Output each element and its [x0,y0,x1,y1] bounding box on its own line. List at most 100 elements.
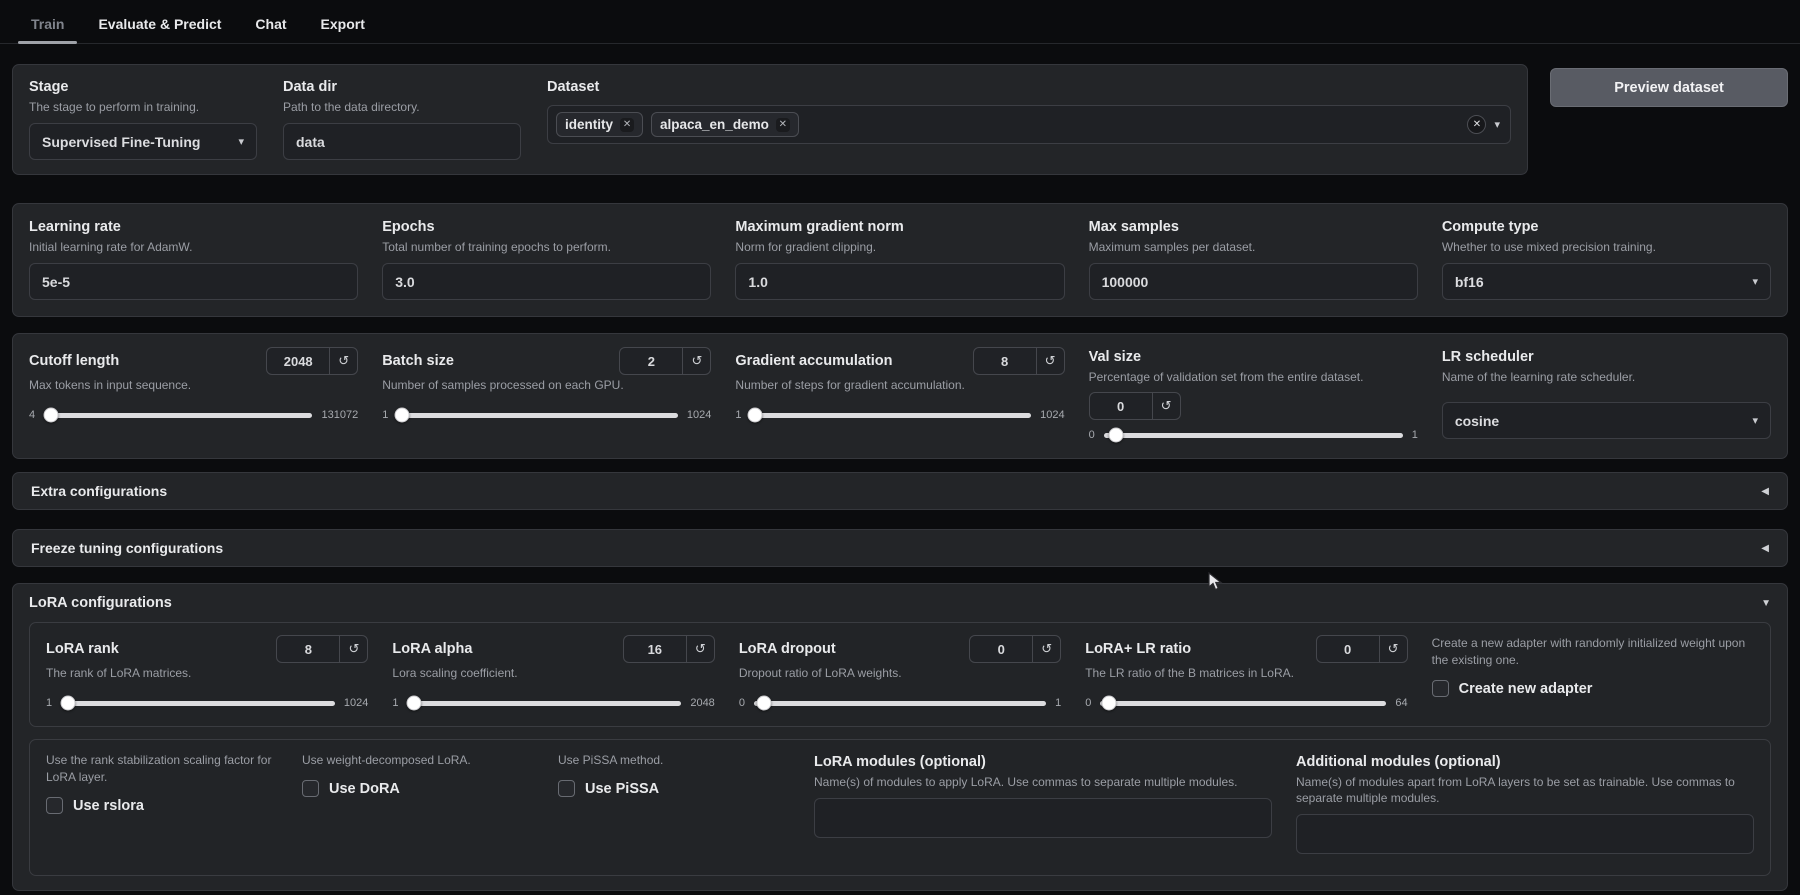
slider-handle[interactable] [1108,427,1124,443]
lr-scheduler-select[interactable]: cosine ▾ [1441,402,1772,439]
loraplus-lr-ratio-value[interactable]: 0 [1317,642,1379,657]
slider-row-card: Cutoff length 2048 ↺ Max tokens in input… [12,333,1788,459]
stage-desc: The stage to perform in training. [29,100,200,114]
tab-chat[interactable]: Chat [238,5,303,43]
slider-handle[interactable] [756,695,772,711]
lora-rank-numbox[interactable]: 8 ↺ [276,635,369,663]
lr-scheduler-desc: Name of the learning rate scheduler. [1441,370,1636,384]
dataset-chip[interactable]: identity ✕ [556,112,644,137]
lora-modules-label: LoRA modules (optional) [814,754,986,770]
train-page: Train Evaluate & Predict Chat Export Sta… [0,0,1800,895]
grad-accumulation-numbox[interactable]: 8 ↺ [972,347,1065,375]
tab-train[interactable]: Train [14,5,81,44]
chevron-down-icon[interactable]: ▾ [1494,118,1500,131]
additional-modules-input[interactable] [1296,814,1754,854]
compute-type-value: bf16 [1454,273,1484,290]
stage-select[interactable]: Supervised Fine-Tuning ▾ [29,123,257,160]
batch-size-slider[interactable] [394,407,678,423]
lr-scheduler-column: LR scheduler Name of the learning rate s… [1441,347,1772,442]
slider-handle[interactable] [747,407,763,423]
lora-dropout-numbox[interactable]: 0 ↺ [969,635,1062,663]
lora-rank-value[interactable]: 8 [277,642,339,657]
max-grad-norm-input[interactable] [735,263,1065,300]
checkbox-icon[interactable] [558,780,575,797]
accordion-extra-configurations[interactable]: Extra configurations ◀ [12,472,1788,510]
batch-size-label: Batch size [382,353,454,369]
epochs-input[interactable] [382,263,712,300]
lr-scheduler-value: cosine [1454,412,1500,429]
grad-accumulation-label: Gradient accumulation [735,353,893,369]
grad-accumulation-slider[interactable] [747,407,1032,423]
lora-dropout-desc: Dropout ratio of LoRA weights. [738,666,902,680]
reset-icon[interactable]: ↺ [1035,348,1064,374]
lora-alpha-slider[interactable] [406,695,682,711]
reset-icon[interactable]: ↺ [1032,636,1060,662]
reset-icon[interactable]: ↺ [682,348,710,374]
loraplus-lr-ratio-numbox[interactable]: 0 ↺ [1315,635,1408,663]
reset-icon[interactable]: ↺ [685,636,714,662]
lora-params-card: LoRA rank 8 ↺ The rank of LoRA matrices.… [29,622,1771,727]
lora-modules-desc: Name(s) of modules to apply LoRA. Use co… [814,775,1238,789]
max-samples-input[interactable] [1088,263,1418,300]
batch-size-column: Batch size 2 ↺ Number of samples process… [382,347,712,442]
reset-icon[interactable]: ↺ [1378,636,1407,662]
use-rslora-checkbox-row[interactable]: Use rslora [46,797,278,814]
checkbox-icon[interactable] [46,797,63,814]
compute-type-select[interactable]: bf16 ▾ [1441,263,1772,300]
cutoff-length-numbox[interactable]: 2048 ↺ [266,347,359,375]
val-size-slider[interactable] [1103,427,1403,443]
cutoff-length-slider[interactable] [43,407,313,423]
loraplus-lr-ratio-slider[interactable] [1100,695,1387,711]
slider-handle[interactable] [1101,695,1117,711]
learning-rate-input[interactable] [29,263,359,300]
reset-icon[interactable]: ↺ [339,636,367,662]
lora-rank-slider[interactable] [60,695,335,711]
use-rslora-desc: Use the rank stabilization scaling facto… [46,753,272,784]
val-size-value[interactable]: 0 [1090,399,1152,414]
datadir-input[interactable] [283,123,521,160]
accordion-lora-configurations[interactable]: LoRA configurations ▼ [29,584,1771,622]
dataset-multiselect[interactable]: identity ✕ alpaca_en_demo ✕ ✕ ▾ [547,105,1511,144]
accordion-freeze-configurations[interactable]: Freeze tuning configurations ◀ [12,529,1788,567]
val-size-label: Val size [1088,349,1142,365]
tab-evaluate-predict[interactable]: Evaluate & Predict [81,5,238,43]
slider-max-label: 1024 [686,409,712,421]
batch-size-value[interactable]: 2 [620,354,682,369]
grad-accumulation-desc: Number of steps for gradient accumulatio… [735,378,965,392]
slider-handle[interactable] [43,407,59,423]
reset-icon[interactable]: ↺ [329,348,357,374]
slider-handle[interactable] [406,695,422,711]
slider-handle[interactable] [394,407,410,423]
create-new-adapter-checkbox-row[interactable]: Create new adapter [1431,680,1754,697]
remove-chip-icon[interactable]: ✕ [775,117,790,132]
clear-all-icon[interactable]: ✕ [1467,115,1487,134]
loraplus-lr-ratio-column: LoRA+ LR ratio 0 ↺ The LR ratio of the B… [1085,635,1408,711]
val-size-numbox[interactable]: 0 ↺ [1088,392,1181,420]
slider-handle[interactable] [60,695,76,711]
chevron-down-icon: ▾ [238,136,244,148]
preview-dataset-button[interactable]: Preview dataset [1550,68,1788,107]
reset-icon[interactable]: ↺ [1151,393,1180,419]
batch-size-numbox[interactable]: 2 ↺ [619,347,712,375]
slider-max-label: 1024 [1040,409,1065,421]
checkbox-icon[interactable] [302,780,319,797]
cutoff-length-value[interactable]: 2048 [267,354,329,369]
lora-modules-input[interactable] [814,798,1272,838]
stage-value: Supervised Fine-Tuning [42,133,201,150]
lora-dropout-value[interactable]: 0 [970,642,1032,657]
use-pissa-checkbox-row[interactable]: Use PiSSA [558,780,790,797]
tab-export[interactable]: Export [304,5,382,43]
grad-accumulation-value[interactable]: 8 [974,354,1036,369]
compute-type-label: Compute type [1441,219,1539,235]
lora-alpha-value[interactable]: 16 [624,642,686,657]
max-grad-norm-desc: Norm for gradient clipping. [735,240,877,254]
lora-dropout-slider[interactable] [753,695,1047,711]
lora-alpha-numbox[interactable]: 16 ↺ [622,635,715,663]
checkbox-icon[interactable] [1431,680,1449,697]
use-pissa-label: Use PiSSA [585,780,660,797]
slider-min-label: 1 [46,697,53,709]
dataset-chip[interactable]: alpaca_en_demo ✕ [651,112,799,137]
remove-chip-icon[interactable]: ✕ [620,117,635,132]
chevron-down-icon: ▾ [1752,276,1759,288]
use-dora-checkbox-row[interactable]: Use DoRA [302,780,534,797]
